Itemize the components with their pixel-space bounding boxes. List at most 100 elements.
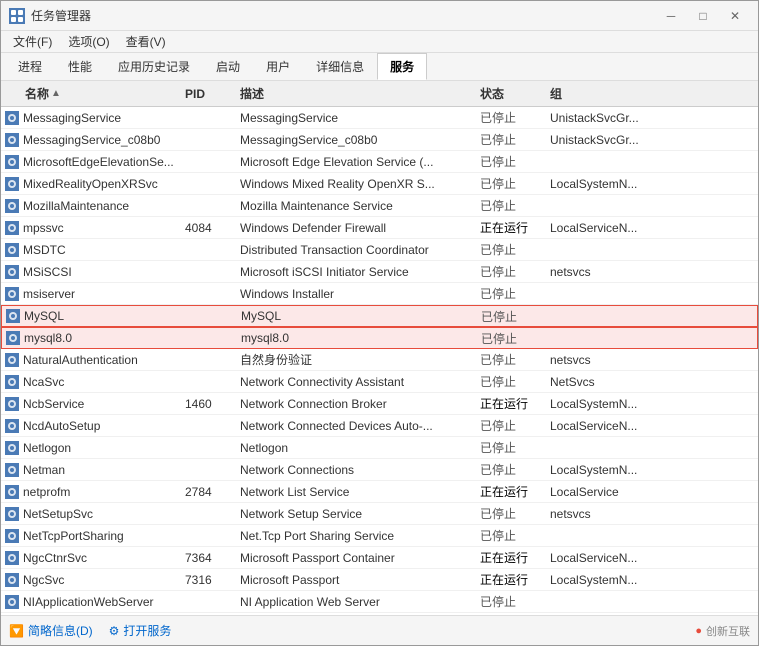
table-row[interactable]: NcaSvc Network Connectivity Assistant 已停… [1, 371, 758, 393]
cell-status: 已停止 [476, 153, 546, 170]
col-header-desc[interactable]: 描述 [236, 85, 476, 102]
open-service-link[interactable]: ⚙ 打开服务 [109, 622, 172, 639]
col-header-status[interactable]: 状态 [476, 85, 546, 102]
service-icon [5, 595, 19, 609]
service-icon [5, 265, 19, 279]
cell-status: 已停止 [476, 109, 546, 126]
service-icon [5, 199, 19, 213]
table-row[interactable]: NIApplicationWebServer NI Application We… [1, 591, 758, 613]
maximize-button[interactable]: □ [688, 5, 718, 27]
window-title: 任务管理器 [31, 7, 91, 24]
cell-service-name: MixedRealityOpenXRSvc [1, 177, 181, 191]
cell-group: NetSvcs [546, 375, 666, 389]
cell-status: 已停止 [477, 308, 547, 325]
footer-left: 🔽 简略信息(D) ⚙ 打开服务 [9, 622, 171, 639]
table-row[interactable]: NetSetupSvc Network Setup Service 已停止 ne… [1, 503, 758, 525]
tab-app-history[interactable]: 应用历史记录 [105, 53, 203, 80]
cell-service-name: MicrosoftEdgeElevationSe... [1, 155, 181, 169]
cell-status: 正在运行 [476, 549, 546, 566]
tab-process[interactable]: 进程 [5, 53, 55, 80]
table-row[interactable]: NaturalAuthentication 自然身份验证 已停止 netsvcs [1, 349, 758, 371]
table-row[interactable]: NetTcpPortSharing Net.Tcp Port Sharing S… [1, 525, 758, 547]
table-row[interactable]: MozillaMaintenance Mozilla Maintenance S… [1, 195, 758, 217]
cell-group: LocalService [546, 485, 666, 499]
service-icon [5, 485, 19, 499]
tab-startup[interactable]: 启动 [203, 53, 253, 80]
table-row[interactable]: MixedRealityOpenXRSvc Windows Mixed Real… [1, 173, 758, 195]
cell-status: 已停止 [476, 175, 546, 192]
service-icon [5, 221, 19, 235]
service-icon [5, 397, 19, 411]
cell-description: Network Connectivity Assistant [236, 375, 476, 389]
table-row[interactable]: MicrosoftEdgeElevationSe... Microsoft Ed… [1, 151, 758, 173]
cell-service-name: MozillaMaintenance [1, 199, 181, 213]
cell-service-name: mysql8.0 [2, 331, 182, 345]
table-row[interactable]: MSiSCSI Microsoft iSCSI Initiator Servic… [1, 261, 758, 283]
table-row[interactable]: NgcSvc 7316 Microsoft Passport 正在运行 Loca… [1, 569, 758, 591]
cell-status: 已停止 [477, 330, 547, 347]
service-icon [5, 133, 19, 147]
cell-service-name: NgcCtnrSvc [1, 551, 181, 565]
close-button[interactable]: ✕ [720, 5, 750, 27]
table-row[interactable]: NgcCtnrSvc 7364 Microsoft Passport Conta… [1, 547, 758, 569]
table-row[interactable]: MessagingService_c08b0 MessagingService_… [1, 129, 758, 151]
cell-pid: 7316 [181, 573, 236, 587]
cell-service-name: NgcSvc [1, 573, 181, 587]
table-row[interactable]: Netman Network Connections 已停止 LocalSyst… [1, 459, 758, 481]
service-icon [5, 551, 19, 565]
service-icon [5, 463, 19, 477]
col-header-pid[interactable]: PID [181, 85, 236, 102]
menu-view[interactable]: 查看(V) [118, 31, 174, 52]
table-row[interactable]: MessagingService MessagingService 已停止 Un… [1, 107, 758, 129]
service-icon [5, 177, 19, 191]
table-row[interactable]: MySQL MySQL 已停止 [1, 305, 758, 327]
cell-status: 已停止 [476, 417, 546, 434]
table-row[interactable]: msiserver Windows Installer 已停止 [1, 283, 758, 305]
cell-status: 正在运行 [476, 483, 546, 500]
service-icon [5, 375, 19, 389]
table-row[interactable]: mpssvc 4084 Windows Defender Firewall 正在… [1, 217, 758, 239]
menu-file[interactable]: 文件(F) [5, 31, 60, 52]
table-row[interactable]: netprofm 2784 Network List Service 正在运行 … [1, 481, 758, 503]
cell-pid: 7364 [181, 551, 236, 565]
window-controls: ─ □ ✕ [656, 5, 750, 27]
table-row[interactable]: mysql8.0 mysql8.0 已停止 [1, 327, 758, 349]
cell-group: LocalSystemN... [546, 573, 666, 587]
cell-pid: 2784 [181, 485, 236, 499]
watermark: ● 创新互联 [695, 623, 750, 639]
cell-status: 已停止 [476, 131, 546, 148]
minimize-button[interactable]: ─ [656, 5, 686, 27]
cell-status: 已停止 [476, 285, 546, 302]
brief-info-link[interactable]: 🔽 简略信息(D) [9, 622, 93, 639]
cell-group: netsvcs [546, 353, 666, 367]
service-icon [5, 155, 19, 169]
cell-status: 已停止 [476, 527, 546, 544]
table-row[interactable]: NcdAutoSetup Network Connected Devices A… [1, 415, 758, 437]
col-header-group[interactable]: 组 [546, 85, 666, 102]
cell-description: mysql8.0 [237, 331, 477, 345]
cell-description: Net.Tcp Port Sharing Service [236, 529, 476, 543]
table-row[interactable]: MSDTC Distributed Transaction Coordinato… [1, 239, 758, 261]
cell-service-name: NcbService [1, 397, 181, 411]
cell-group: LocalServiceN... [546, 221, 666, 235]
cell-description: Microsoft Passport [236, 573, 476, 587]
menu-options[interactable]: 选项(O) [60, 31, 117, 52]
cell-service-name: NcdAutoSetup [1, 419, 181, 433]
service-icon [5, 111, 19, 125]
col-header-name[interactable]: 名称 ▲ [1, 85, 181, 102]
tab-users[interactable]: 用户 [253, 53, 303, 80]
cell-service-name: NetTcpPortSharing [1, 529, 181, 543]
tab-details[interactable]: 详细信息 [303, 53, 377, 80]
cell-status: 已停止 [476, 593, 546, 610]
tab-performance[interactable]: 性能 [55, 53, 105, 80]
cell-service-name: NaturalAuthentication [1, 353, 181, 367]
table-row[interactable]: NcbService 1460 Network Connection Broke… [1, 393, 758, 415]
tab-services[interactable]: 服务 [377, 53, 427, 80]
cell-group: LocalSystemN... [546, 397, 666, 411]
cell-description: Network Setup Service [236, 507, 476, 521]
table-row[interactable]: Netlogon Netlogon 已停止 [1, 437, 758, 459]
cell-status: 正在运行 [476, 219, 546, 236]
cell-service-name: NIApplicationWebServer [1, 595, 181, 609]
cell-service-name: NetSetupSvc [1, 507, 181, 521]
cell-status: 已停止 [476, 505, 546, 522]
